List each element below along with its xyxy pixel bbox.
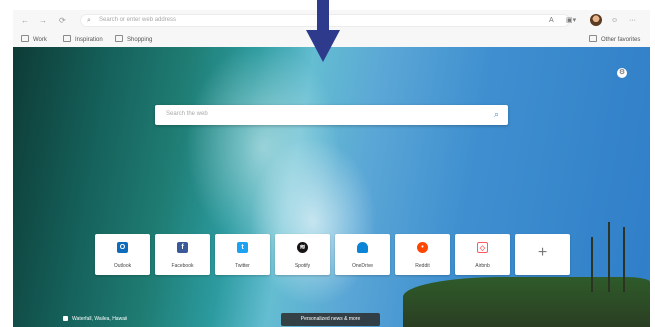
tile-label: OneDrive [351, 263, 374, 269]
tile-reddit[interactable]: • Reddit [395, 234, 450, 275]
forward-button[interactable]: → [39, 16, 47, 25]
tile-spotify[interactable]: ≋ Spotify [275, 234, 330, 275]
tile-label: Twitter [235, 263, 250, 269]
tile-label: Facebook [171, 263, 194, 269]
airbnb-icon: ◇ [477, 242, 488, 253]
read-aloud-icon[interactable]: A [549, 16, 554, 25]
other-favorites-label: Other favorites [601, 37, 641, 43]
web-search-box[interactable]: Search the web ⌕ [155, 105, 508, 125]
location-icon [63, 316, 68, 321]
favorite-item-work[interactable]: Work [21, 35, 47, 44]
palm-tree [623, 227, 625, 292]
favorite-label: Inspiration [75, 37, 103, 43]
personalized-news-button[interactable]: Personalized news & more [281, 313, 380, 326]
back-button[interactable]: ← [21, 16, 29, 25]
image-info-label: Waterfall, Wailea, Hawaii [72, 316, 128, 322]
tile-twitter[interactable]: t Twitter [215, 234, 270, 275]
more-icon[interactable]: ··· [629, 16, 636, 25]
emoji-icon[interactable]: ☺ [611, 16, 618, 25]
reddit-icon: • [417, 242, 428, 253]
favorite-label: Work [33, 37, 47, 43]
gear-icon[interactable]: ⚙ [617, 68, 627, 78]
tile-airbnb[interactable]: ◇ Airbnb [455, 234, 510, 275]
onedrive-icon [357, 242, 368, 253]
favorite-item-inspiration[interactable]: Inspiration [63, 35, 103, 44]
folder-icon [115, 35, 123, 42]
palm-tree [608, 222, 610, 292]
favorite-label: Shopping [127, 37, 153, 43]
folder-icon [589, 35, 597, 42]
add-icon: + [537, 244, 548, 261]
address-placeholder: Search or enter web address [99, 17, 177, 23]
search-icon[interactable]: ⌕ [494, 109, 499, 120]
favorite-item-shopping[interactable]: Shopping [115, 35, 152, 44]
search-placeholder: Search the web [166, 111, 208, 117]
other-favorites[interactable]: Other favorites [589, 35, 640, 44]
refresh-button[interactable]: ⟳ [59, 16, 66, 25]
annotation-arrow-icon [306, 0, 340, 62]
profile-avatar[interactable] [590, 14, 602, 26]
tile-onedrive[interactable]: OneDrive [335, 234, 390, 275]
spotify-icon: ≋ [297, 242, 308, 253]
tile-label: Outlook [113, 263, 132, 269]
folder-icon [63, 35, 71, 42]
background-shoreline [403, 277, 650, 327]
facebook-icon: f [177, 242, 188, 253]
search-icon: ⌕ [87, 17, 91, 24]
add-tile-button[interactable]: + [515, 234, 570, 275]
tile-label: Spotify [294, 263, 311, 269]
collections-icon[interactable]: ▣▾ [566, 16, 576, 25]
new-tab-page: Search the web ⌕ ⚙ O Outlook f Facebook … [13, 47, 650, 327]
tile-outlook[interactable]: O Outlook [95, 234, 150, 275]
image-info-link[interactable]: Waterfall, Wailea, Hawaii [63, 316, 127, 322]
outlook-icon: O [117, 242, 128, 253]
tile-label: Airbnb [475, 263, 490, 269]
news-button-label: Personalized news & more [300, 316, 361, 322]
palm-tree [591, 237, 593, 292]
twitter-icon: t [237, 242, 248, 253]
tile-label: Reddit [415, 263, 430, 269]
folder-icon [21, 35, 29, 42]
tile-facebook[interactable]: f Facebook [155, 234, 210, 275]
